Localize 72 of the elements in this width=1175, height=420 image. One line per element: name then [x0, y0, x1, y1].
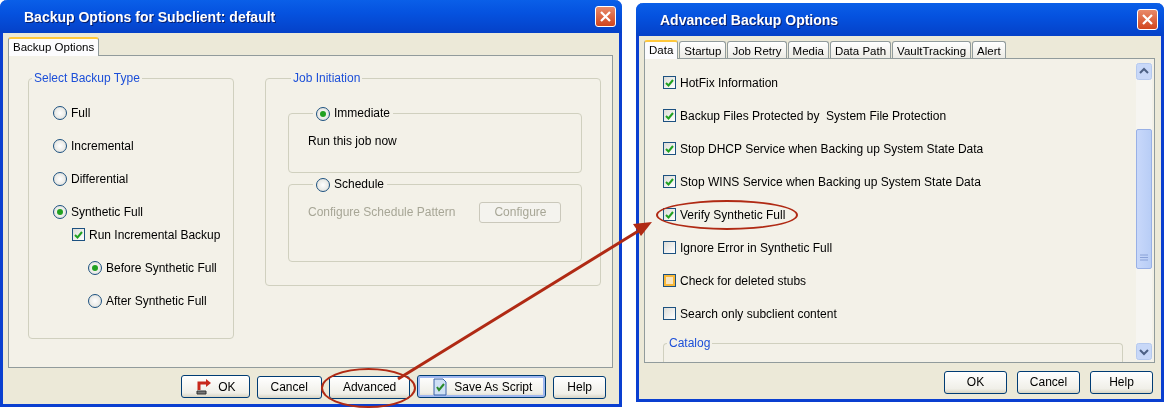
radio-button[interactable] — [53, 204, 67, 219]
close-button[interactable] — [595, 6, 616, 27]
radio-button[interactable] — [53, 171, 67, 186]
check-icon — [665, 177, 674, 186]
checkbox[interactable] — [663, 109, 676, 122]
dialog-button[interactable]: Cancel — [1017, 370, 1080, 394]
option-label: Stop DHCP Service when Backing up System State Data — [680, 141, 984, 156]
close-icon — [1142, 14, 1153, 25]
tab[interactable]: Data — [644, 40, 679, 59]
radio-button[interactable] — [88, 293, 102, 308]
checkbox[interactable] — [663, 274, 676, 287]
close-icon — [600, 11, 611, 22]
window-title: Advanced Backup Options — [660, 11, 839, 28]
option-label: Incremental — [71, 138, 134, 153]
scroll-bar[interactable] — [1136, 63, 1152, 360]
option-label: HotFix Information — [680, 75, 779, 90]
option-label: After Synthetic Full — [106, 293, 207, 308]
group-title: Catalog — [668, 336, 712, 351]
description-text: Run this job now — [308, 134, 397, 148]
option-label: Immediate — [334, 106, 391, 121]
dialog-button[interactable]: Cancel — [256, 375, 322, 399]
option-label: Run Incremental Backup — [89, 227, 221, 242]
option-label: Backup Files Protected by System File Protection — [680, 108, 947, 123]
tab[interactable]: Job Retry — [727, 41, 787, 58]
dialog-button[interactable]: OK — [944, 370, 1007, 394]
tab[interactable]: Data Path — [829, 41, 892, 58]
group-title: Select Backup Type — [33, 71, 141, 86]
grip-icon — [1140, 254, 1148, 262]
tab[interactable]: Backup Options — [8, 37, 100, 56]
option-label: Before Synthetic Full — [106, 260, 217, 275]
checkbox[interactable] — [663, 208, 676, 221]
dialog-button[interactable]: Help — [553, 375, 606, 399]
group-title: Job Initiation — [292, 71, 362, 86]
check-icon — [74, 230, 83, 239]
check-icon — [665, 210, 674, 219]
tab[interactable]: Alert — [972, 41, 1006, 58]
checkbox[interactable] — [663, 76, 676, 89]
checkbox[interactable] — [663, 175, 676, 188]
tab[interactable]: VaultTracking — [892, 41, 972, 58]
radio-button[interactable] — [53, 138, 67, 153]
option-label: Full — [71, 105, 91, 120]
dialog-button[interactable]: OK — [181, 375, 250, 399]
radio-button[interactable] — [53, 105, 67, 120]
option-label: Ignore Error in Synthetic Full — [680, 240, 833, 255]
check-icon — [665, 111, 674, 120]
check-icon — [665, 144, 674, 153]
dialog-button[interactable]: Help — [1090, 370, 1153, 394]
description-text: Configure Schedule Pattern — [308, 205, 456, 219]
checkbox[interactable] — [663, 241, 676, 254]
tab[interactable]: Startup — [679, 41, 727, 58]
radio-button[interactable] — [316, 106, 330, 121]
option-label: Search only subclient content — [680, 306, 837, 321]
option-label: Synthetic Full — [71, 204, 144, 219]
document-check-icon — [431, 377, 450, 396]
window-title: Backup Options for Subclient: default — [24, 8, 276, 25]
dialog-button[interactable]: Advanced — [328, 375, 411, 399]
option-label: Verify Synthetic Full — [680, 207, 786, 222]
checkbox[interactable] — [663, 142, 676, 155]
checkbox[interactable] — [663, 307, 676, 320]
option-label: Stop WINS Service when Backing up System State Data — [680, 174, 981, 189]
scroll-down-icon — [1136, 343, 1152, 360]
dialog-button[interactable]: Save As Script — [417, 375, 547, 399]
tab[interactable]: Media — [787, 41, 829, 58]
checkbox[interactable] — [72, 228, 85, 241]
option-label: Schedule — [334, 177, 385, 192]
scroll-thumb[interactable] — [1136, 129, 1152, 269]
check-icon — [665, 78, 674, 87]
close-button[interactable] — [1137, 9, 1158, 30]
radio-button[interactable] — [88, 260, 102, 275]
option-label: Differential — [71, 171, 129, 186]
option-label: Check for deleted stubs — [680, 273, 807, 288]
scroll-up-icon — [1136, 63, 1152, 80]
